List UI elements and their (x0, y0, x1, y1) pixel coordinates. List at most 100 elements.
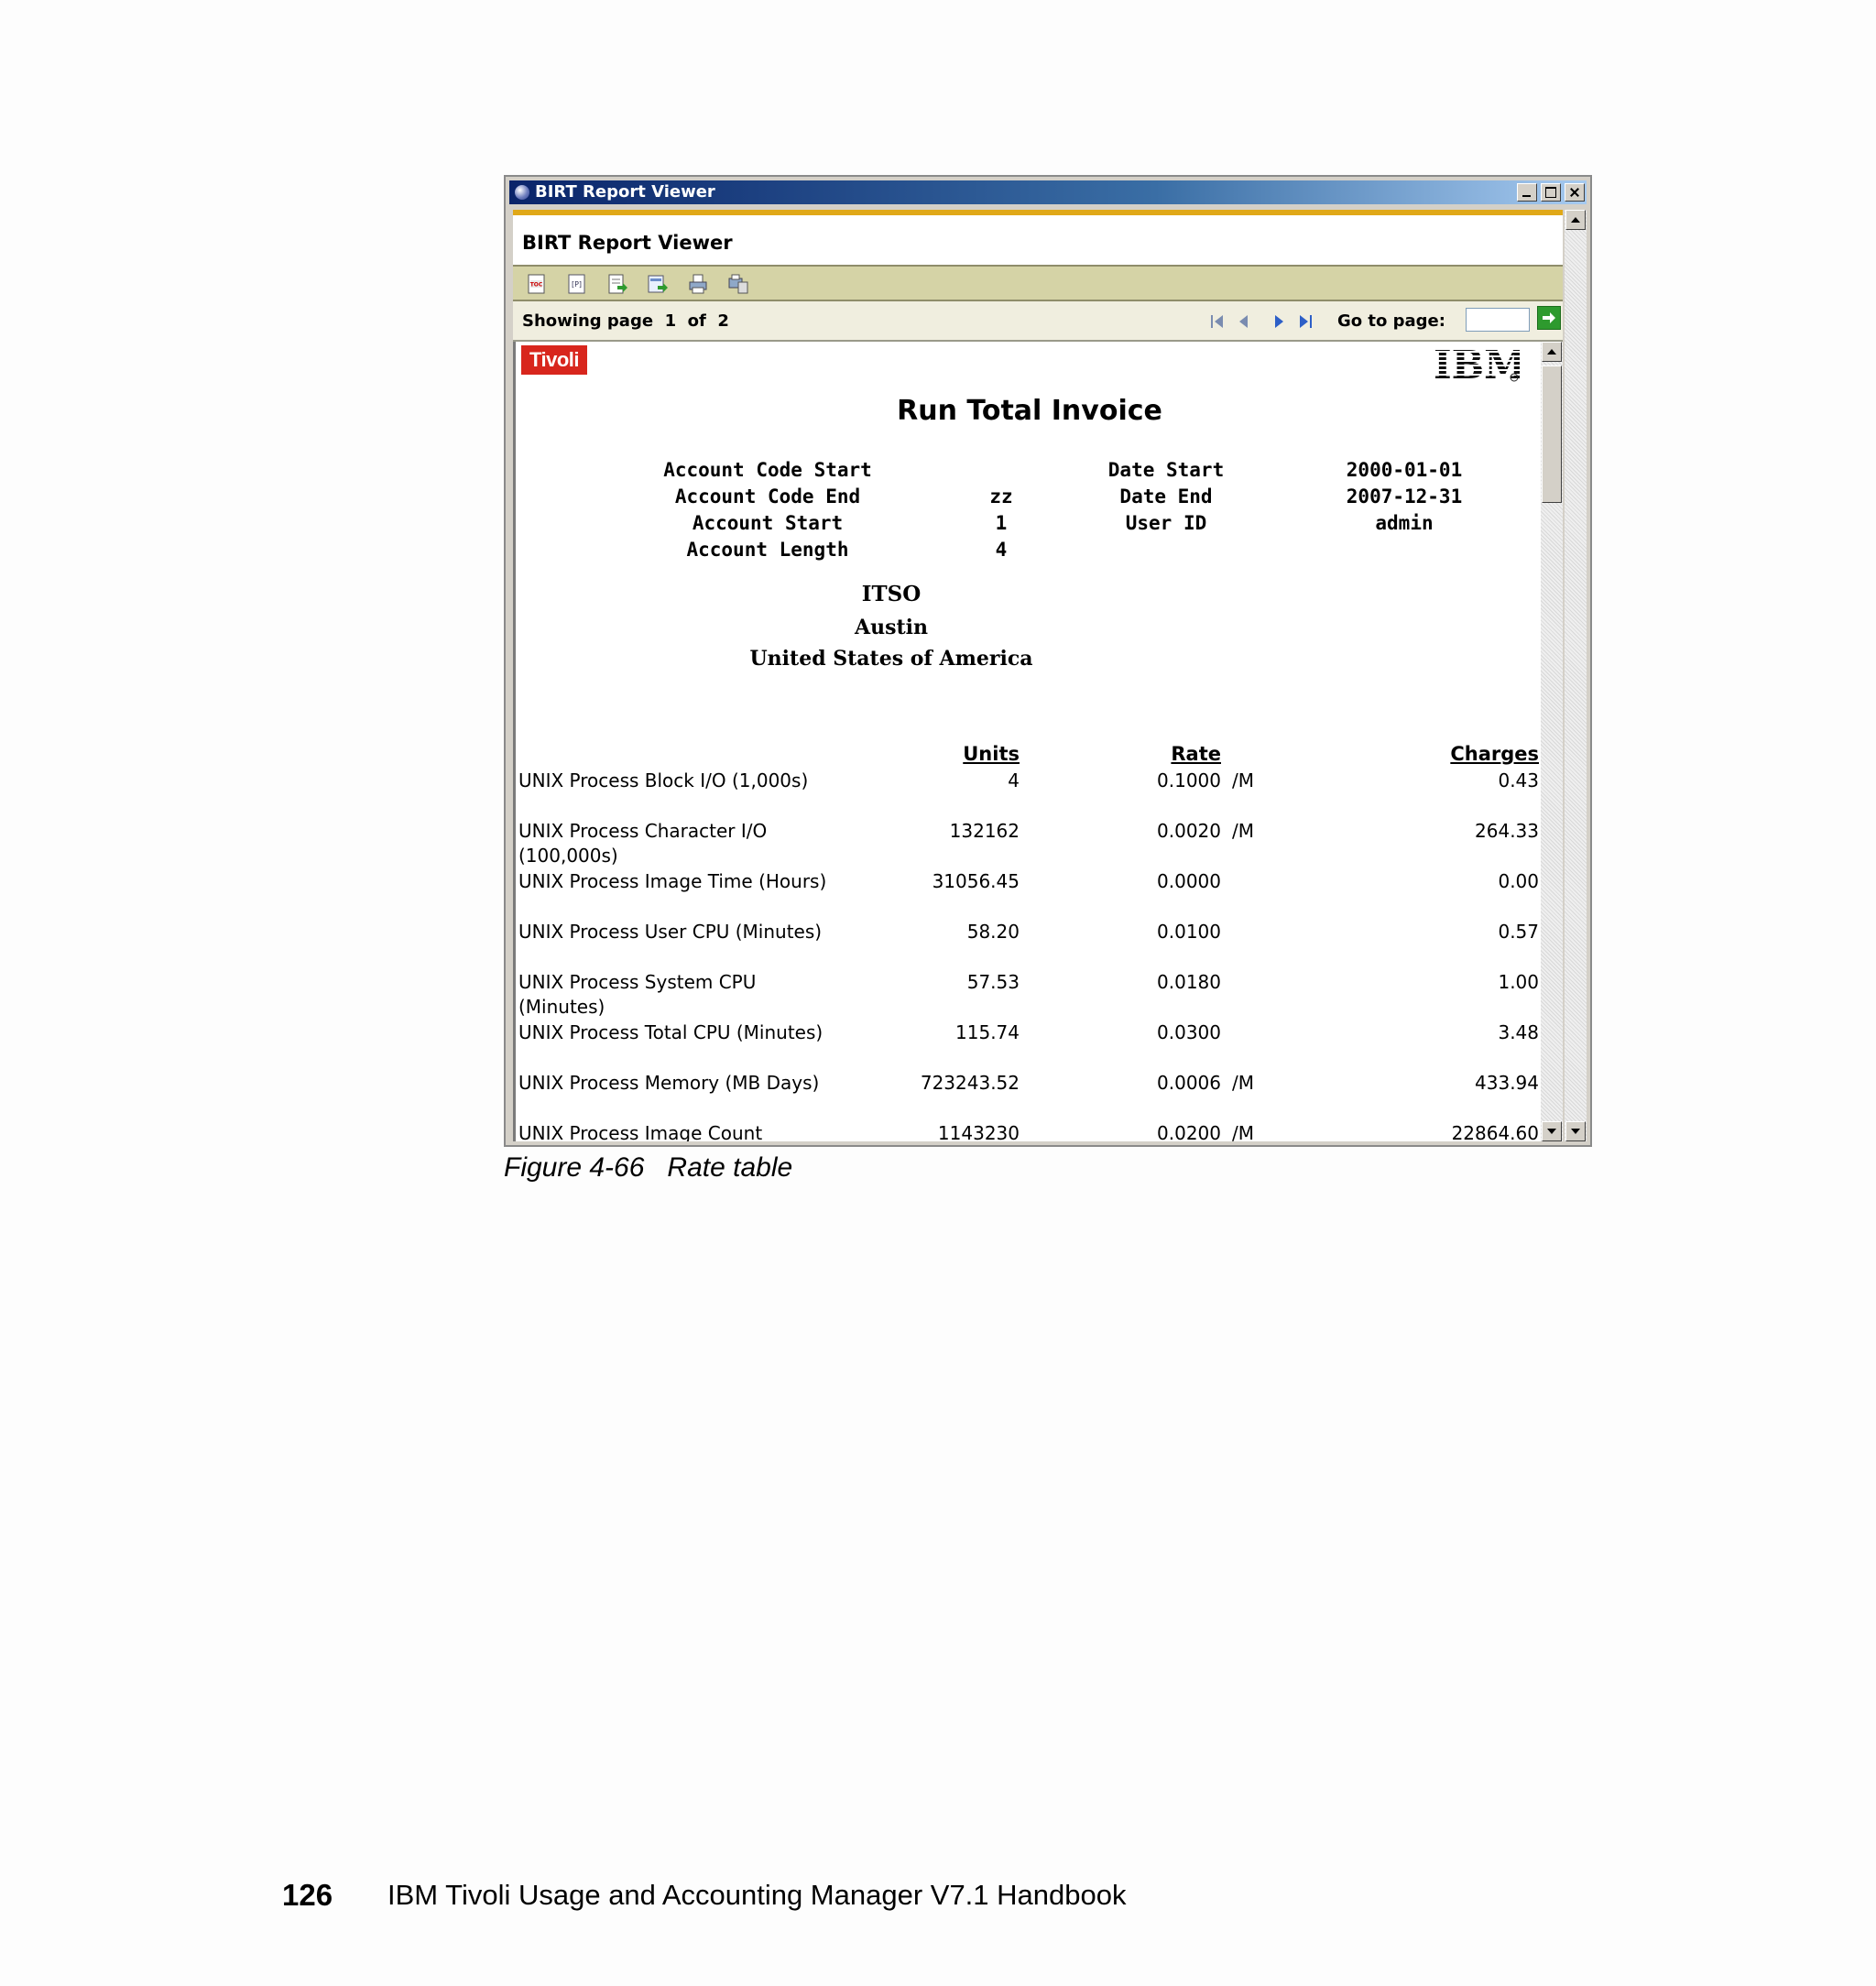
row-charges: 0.57 (1498, 921, 1539, 943)
row-charges: 264.33 (1475, 820, 1539, 842)
window-scroll-down-button[interactable] (1565, 1121, 1586, 1141)
goto-page-input[interactable] (1466, 308, 1530, 332)
row-charges: 0.00 (1498, 870, 1539, 892)
param-label: Account Code Start (663, 459, 872, 481)
print-server-icon[interactable] (727, 273, 749, 295)
param-label: User ID (1125, 512, 1207, 534)
param-label: Date Start (1107, 459, 1225, 481)
param-value: 1 (995, 512, 1008, 534)
page-number: 126 (282, 1878, 333, 1912)
param-label: Account Code End (674, 486, 861, 507)
row-units: 4 (1008, 769, 1020, 791)
viewer-toolbar: TOC [P] (513, 265, 1563, 301)
row-rate-unit: /M (1232, 769, 1254, 791)
eclipse-app-icon (515, 185, 529, 200)
table-row: UNIX Process System CPU (Minutes) 57.53 … (516, 970, 1541, 1020)
up-arrow-icon (1571, 217, 1580, 223)
row-description: UNIX Process System CPU (Minutes) (518, 971, 757, 1018)
report-scroll-thumb[interactable] (1542, 366, 1562, 503)
report-content: Tivoli IBM Run Total Invoice Account Cod… (513, 342, 1541, 1141)
row-rate: 0.0200 (1157, 1122, 1221, 1141)
export-report-icon[interactable] (647, 273, 669, 295)
column-header-units: Units (963, 743, 1020, 765)
param-label: Date End (1119, 486, 1213, 507)
minimize-button[interactable] (1517, 183, 1537, 202)
row-units: 723243.52 (920, 1072, 1020, 1094)
down-arrow-icon (1547, 1129, 1556, 1134)
row-description: UNIX Process Character I/O (100,000s) (518, 820, 768, 867)
maximize-button[interactable] (1541, 183, 1561, 202)
row-charges: 0.43 (1498, 769, 1539, 791)
column-header-rate: Rate (1171, 743, 1221, 765)
row-description: UNIX Process Total CPU (Minutes) (518, 1021, 823, 1043)
row-charges: 22864.60 (1451, 1122, 1539, 1141)
navigation-bar: Showing page 1 of 2 Go to page: (513, 301, 1563, 342)
row-rate: 0.0300 (1157, 1021, 1221, 1043)
figure-caption: Figure 4-66 Rate table (504, 1152, 793, 1183)
param-value: 4 (995, 539, 1008, 561)
row-description: UNIX Process Memory (MB Days) (518, 1072, 820, 1094)
row-units: 58.20 (966, 921, 1020, 943)
rate-table: UNIX Process Block I/O (1,000s) 4 0.1000… (516, 769, 1541, 1141)
address-city: Austin (855, 616, 928, 639)
window-scroll-up-button[interactable] (1565, 210, 1586, 230)
svg-text:TOC: TOC (530, 282, 543, 289)
report-title: Run Total Invoice (897, 395, 1162, 427)
table-row: UNIX Process Character I/O (100,000s) 13… (516, 819, 1541, 869)
param-label: Account Length (686, 539, 849, 561)
table-row: UNIX Process Image Time (Hours) 31056.45… (516, 869, 1541, 920)
viewer-title: BIRT Report Viewer (522, 232, 733, 254)
row-charges: 1.00 (1498, 971, 1539, 993)
param-value: admin (1375, 512, 1434, 534)
row-description: UNIX Process Image Count (518, 1122, 763, 1141)
param-label: Account Start (692, 512, 844, 534)
goto-page-button[interactable] (1537, 306, 1561, 330)
previous-page-icon[interactable] (1233, 311, 1255, 333)
row-units: 31056.45 (932, 870, 1020, 892)
row-rate: 0.0100 (1157, 921, 1221, 943)
export-data-icon[interactable] (606, 273, 628, 295)
viewer-client-area: BIRT Report Viewer TOC [P] Showing page … (513, 210, 1563, 1141)
row-units: 115.74 (955, 1021, 1020, 1043)
title-bar[interactable]: BIRT Report Viewer (509, 180, 1587, 204)
table-row: UNIX Process Image Count 1143230 0.0200 … (516, 1121, 1541, 1141)
report-scroll-down-button[interactable] (1542, 1121, 1562, 1141)
parameters-icon[interactable]: [P] (566, 273, 588, 295)
tivoli-logo: Tivoli (521, 345, 587, 375)
address-country: United States of America (749, 647, 1033, 671)
close-button[interactable] (1565, 183, 1585, 202)
row-rate: 0.0000 (1157, 870, 1221, 892)
book-title: IBM Tivoli Usage and Accounting Manager … (387, 1879, 1127, 1911)
report-scrollbar[interactable] (1541, 342, 1563, 1141)
page-status: Showing page 1 of 2 (522, 311, 729, 331)
address-org: ITSO (861, 582, 922, 606)
row-rate: 0.0020 (1157, 820, 1221, 842)
param-value: 2007-12-31 (1346, 486, 1463, 507)
row-description: UNIX Process User CPU (Minutes) (518, 921, 823, 943)
row-rate: 0.0006 (1157, 1072, 1221, 1094)
row-charges: 3.48 (1498, 1021, 1539, 1043)
param-value: 2000-01-01 (1346, 459, 1463, 481)
row-rate: 0.0180 (1157, 971, 1221, 993)
accent-line (513, 210, 1563, 215)
print-icon[interactable] (687, 273, 709, 295)
svg-text:[P]: [P] (572, 280, 582, 289)
report-scroll-up-button[interactable] (1542, 342, 1562, 362)
row-units: 132162 (949, 820, 1020, 842)
last-page-icon[interactable] (1293, 311, 1315, 333)
row-description: UNIX Process Image Time (Hours) (518, 870, 827, 892)
toc-icon[interactable]: TOC (526, 273, 548, 295)
column-header-charges: Charges (1450, 743, 1539, 765)
first-page-icon[interactable] (1207, 311, 1229, 333)
row-rate: 0.1000 (1157, 769, 1221, 791)
row-description: UNIX Process Block I/O (1,000s) (518, 769, 809, 791)
table-row: UNIX Process Memory (MB Days) 723243.52 … (516, 1071, 1541, 1121)
up-arrow-icon (1547, 349, 1556, 355)
row-rate-unit: /M (1232, 1122, 1254, 1141)
param-value: zz (989, 486, 1013, 507)
window-controls (1513, 183, 1585, 202)
goto-page-label: Go to page: (1337, 311, 1445, 331)
window-scrollbar[interactable] (1565, 210, 1587, 1141)
table-row: UNIX Process User CPU (Minutes) 58.20 0.… (516, 920, 1541, 970)
next-page-icon[interactable] (1268, 311, 1290, 333)
